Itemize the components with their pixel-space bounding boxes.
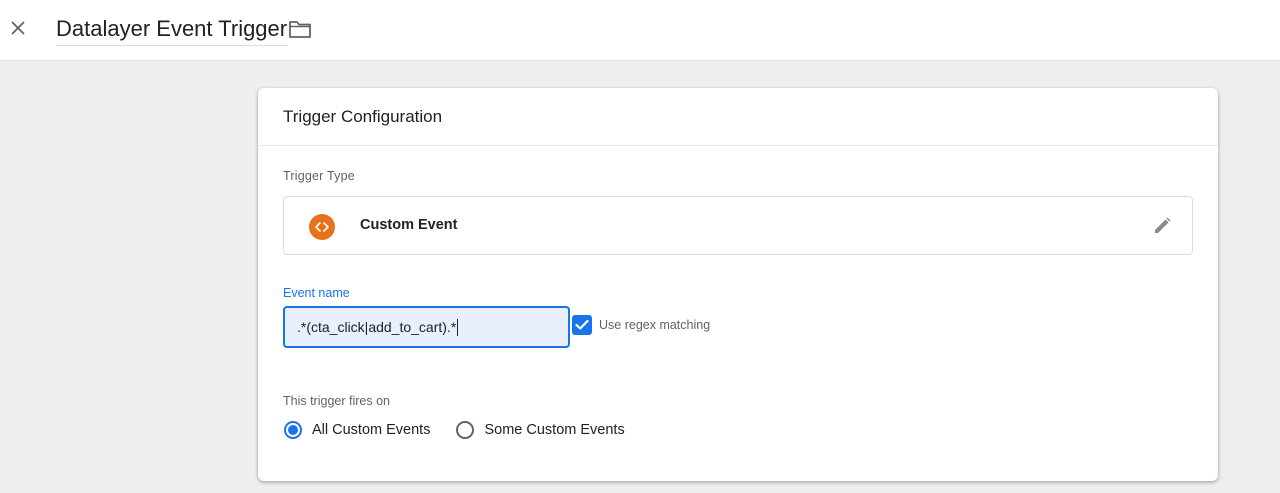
close-icon xyxy=(11,21,25,35)
radio-dot xyxy=(288,425,298,435)
card-title: Trigger Configuration xyxy=(283,106,443,126)
pencil-icon xyxy=(1155,217,1171,233)
edit-trigger-type-button[interactable] xyxy=(1152,216,1172,236)
close-button[interactable] xyxy=(8,18,28,38)
trigger-type-name: Custom Event xyxy=(360,217,458,233)
radio-label: Some Custom Events xyxy=(484,422,625,438)
trigger-name-field[interactable]: Datalayer Event Trigger xyxy=(56,15,289,46)
trigger-type-selector[interactable]: Custom Event xyxy=(283,196,1193,255)
radio-some-custom-events[interactable]: Some Custom Events xyxy=(456,421,625,439)
radio-button[interactable] xyxy=(284,421,302,439)
card-header: Trigger Configuration xyxy=(258,88,1218,146)
event-name-input[interactable]: .*(cta_click|add_to_cart).* xyxy=(283,306,570,348)
radio-label: All Custom Events xyxy=(312,422,431,438)
trigger-configuration-card: Trigger Configuration Trigger Type Custo… xyxy=(258,88,1218,481)
regex-label: Use regex matching xyxy=(599,318,711,332)
folder-icon xyxy=(289,21,311,38)
event-name-label: Event name xyxy=(283,286,350,300)
folder-button[interactable] xyxy=(288,18,312,40)
trigger-title: Datalayer Event Trigger xyxy=(56,16,288,41)
checkmark-icon xyxy=(575,319,589,330)
trigger-type-label: Trigger Type xyxy=(283,169,355,183)
radio-button[interactable] xyxy=(456,421,475,439)
radio-all-custom-events[interactable]: All Custom Events xyxy=(284,421,430,439)
fires-on-label: This trigger fires on xyxy=(283,394,390,408)
regex-option[interactable]: Use regex matching xyxy=(572,315,710,335)
regex-checkbox[interactable] xyxy=(572,315,592,335)
event-name-value: .*(cta_click|add_to_cart).* xyxy=(297,319,457,335)
fires-on-options: All Custom Events Some Custom Events xyxy=(284,421,651,439)
code-brackets-icon xyxy=(309,214,335,240)
top-bar: Datalayer Event Trigger xyxy=(0,0,1280,61)
text-cursor xyxy=(457,318,459,336)
